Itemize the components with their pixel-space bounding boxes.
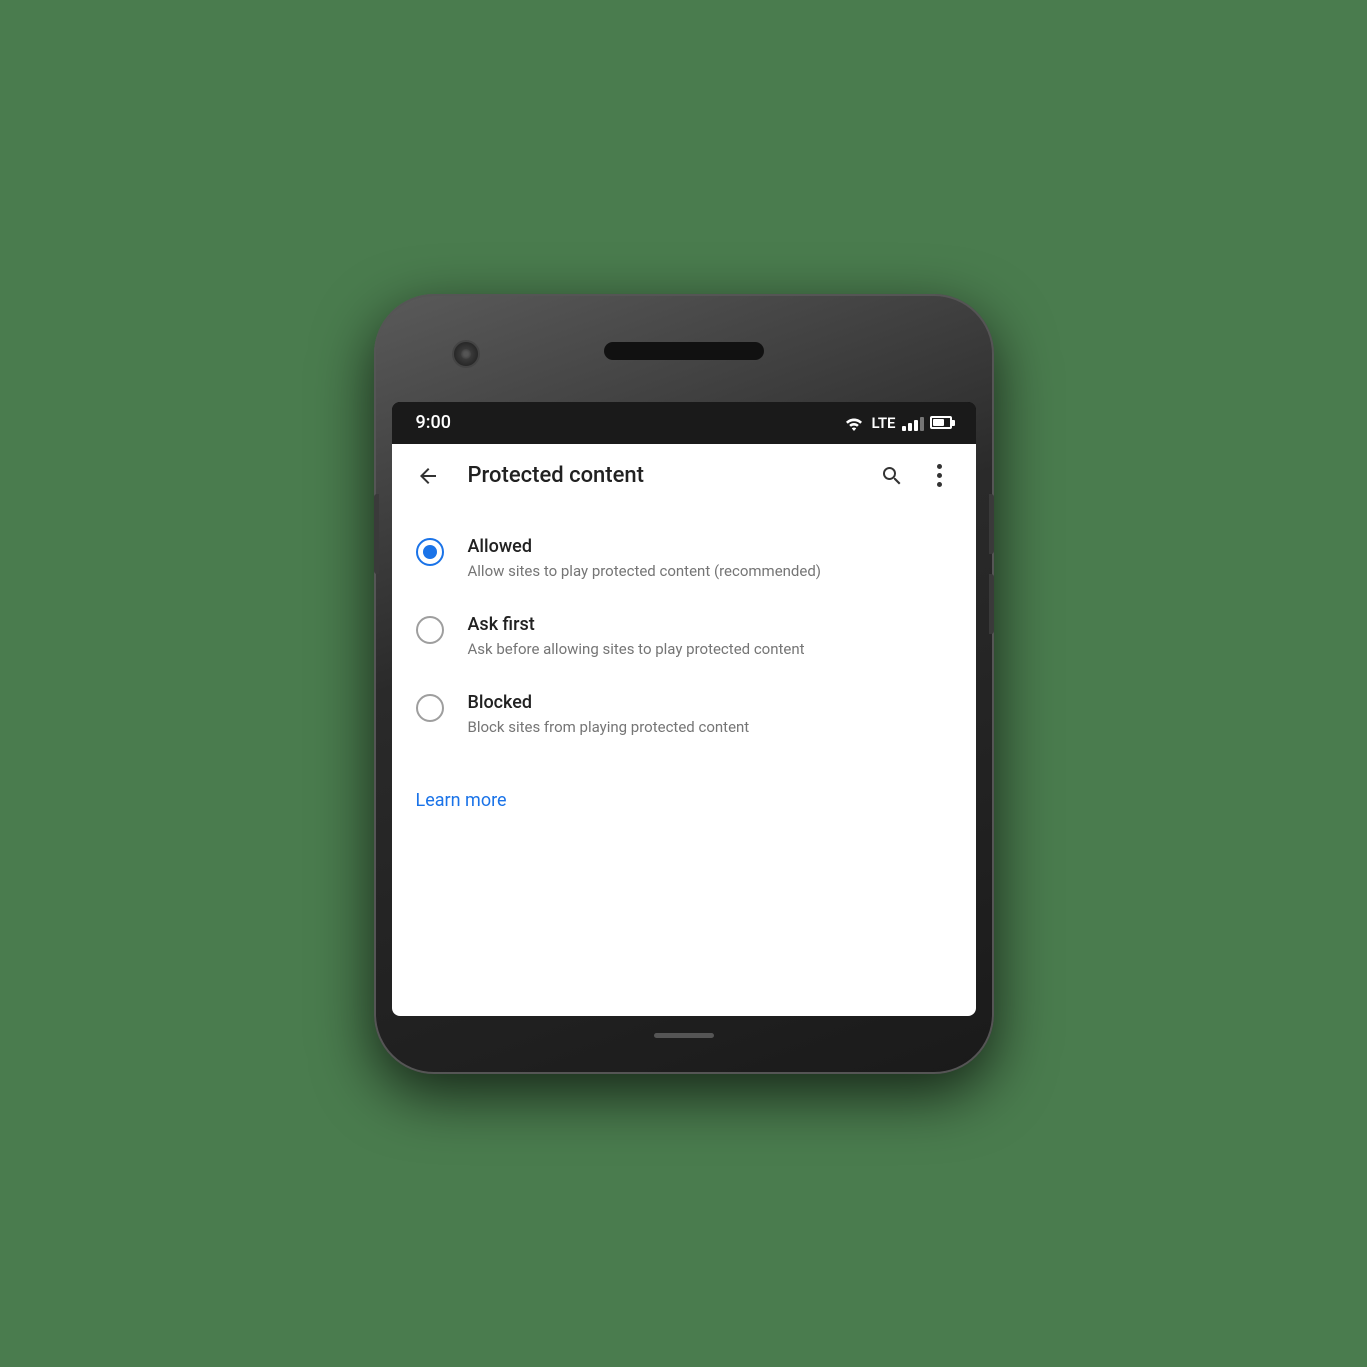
back-button[interactable]: [408, 456, 448, 496]
page-title: Protected content: [448, 463, 872, 488]
status-icons: LTE: [843, 414, 951, 432]
option-blocked-desc: Block sites from playing protected conte…: [468, 717, 750, 738]
volume-button-2: [989, 574, 994, 634]
lte-label: LTE: [871, 414, 895, 432]
option-ask-first-title: Ask first: [468, 614, 805, 635]
back-arrow-icon: [416, 464, 440, 488]
clock: 9:00: [416, 412, 451, 433]
option-ask-first-text: Ask first Ask before allowing sites to p…: [468, 614, 805, 660]
app-bar: Protected content: [392, 444, 976, 508]
radio-selected-indicator: [423, 545, 437, 559]
volume-button: [374, 494, 379, 574]
option-allowed[interactable]: Allowed Allow sites to play protected co…: [392, 520, 976, 598]
radio-allowed[interactable]: [416, 538, 444, 566]
phone-frame: 9:00 LTE: [374, 294, 994, 1074]
radio-ask-first[interactable]: [416, 616, 444, 644]
option-blocked-title: Blocked: [468, 692, 750, 713]
screen: 9:00 LTE: [392, 402, 976, 1016]
option-blocked[interactable]: Blocked Block sites from playing protect…: [392, 676, 976, 754]
signal-icon: [902, 415, 924, 431]
option-blocked-text: Blocked Block sites from playing protect…: [468, 692, 750, 738]
radio-blocked[interactable]: [416, 694, 444, 722]
front-camera: [452, 340, 480, 368]
option-ask-first[interactable]: Ask first Ask before allowing sites to p…: [392, 598, 976, 676]
search-button[interactable]: [872, 456, 912, 496]
option-allowed-title: Allowed: [468, 536, 822, 557]
screen-content: Protected content: [392, 444, 976, 1016]
search-icon: [880, 464, 904, 488]
status-bar: 9:00 LTE: [392, 402, 976, 444]
option-allowed-desc: Allow sites to play protected content (r…: [468, 561, 822, 582]
more-options-button[interactable]: [920, 456, 960, 496]
more-dots-icon: [937, 464, 943, 487]
phone-top: [392, 312, 976, 402]
battery-icon: [930, 416, 952, 429]
option-allowed-text: Allowed Allow sites to play protected co…: [468, 536, 822, 582]
options-list: Allowed Allow sites to play protected co…: [392, 508, 976, 766]
home-indicator: [654, 1033, 714, 1038]
phone-bottom: [392, 1016, 976, 1056]
learn-more-section: Learn more: [392, 774, 976, 827]
power-button: [989, 494, 994, 554]
option-ask-first-desc: Ask before allowing sites to play protec…: [468, 639, 805, 660]
learn-more-link[interactable]: Learn more: [416, 790, 507, 811]
earpiece: [604, 342, 764, 360]
wifi-icon: [843, 415, 865, 431]
app-bar-actions: [872, 456, 960, 496]
